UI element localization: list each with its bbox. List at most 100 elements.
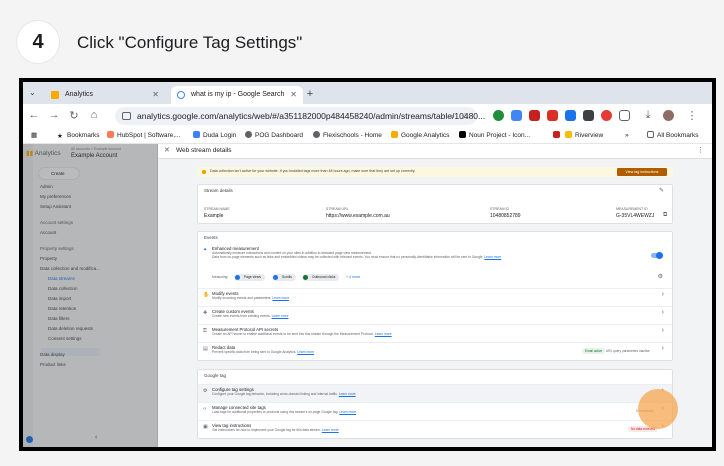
- extension-icon[interactable]: [601, 110, 612, 121]
- learn-more-link[interactable]: Learn more: [339, 392, 356, 396]
- learn-more-link[interactable]: Learn more: [339, 410, 356, 414]
- warning-icon: [202, 170, 206, 174]
- desc-text: Get instructions for how to implement yo…: [212, 428, 321, 432]
- chevron-right-icon: ›: [661, 345, 664, 352]
- measurement-id-label: MEASUREMENT ID: [616, 207, 648, 211]
- tab-label: Analytics: [65, 91, 94, 98]
- more-vert-icon[interactable]: ⋮: [697, 146, 704, 154]
- stream-id-label: STREAM ID: [490, 207, 510, 211]
- bookmark-item[interactable]: Duda Login: [193, 131, 236, 141]
- tab-search-icon[interactable]: ⌄: [29, 88, 36, 97]
- learn-more-link[interactable]: Learn more: [297, 350, 314, 354]
- forward-icon[interactable]: →: [47, 109, 61, 121]
- download-icon[interactable]: ⤓: [641, 109, 655, 122]
- learn-more-link[interactable]: Learn more: [484, 255, 501, 259]
- extension-icon[interactable]: [547, 110, 558, 121]
- bookmark-item[interactable]: ★ Bookmarks: [57, 131, 100, 141]
- more-link[interactable]: + 4 more: [346, 275, 360, 279]
- manage-connected-site-tags-row[interactable]: ‹› Manage connected site tags Load tags …: [198, 402, 672, 420]
- chip-label: Page views: [244, 275, 261, 279]
- close-icon[interactable]: ✕: [290, 86, 297, 104]
- new-tab-button[interactable]: +: [303, 87, 317, 101]
- extension-icon[interactable]: [511, 110, 522, 121]
- bookmark-item[interactable]: Noun Project - Icon...: [459, 131, 530, 141]
- star-icon[interactable]: ☆: [461, 107, 469, 125]
- learn-more-link[interactable]: Learn more: [272, 296, 289, 300]
- edit-icon[interactable]: ✎: [659, 187, 664, 194]
- bookmarks-bar: ▦ ★ Bookmarks HubSpot | Software,... Duda…: [23, 128, 712, 144]
- bookmark-item[interactable]: All Bookmarks: [647, 131, 699, 141]
- bookmark-label: Duda Login: [203, 132, 237, 139]
- extension-icon[interactable]: [529, 110, 540, 121]
- tab-google-search[interactable]: what is my ip - Google Search ✕: [171, 86, 303, 104]
- close-icon[interactable]: ✕: [152, 86, 159, 104]
- redact-note: URL query parameters inactive: [606, 349, 650, 353]
- address-bar-row: ← → ↻ ⌂ analytics.google.com/analytics/w…: [23, 104, 712, 128]
- row-description: Create new events from existing events. …: [212, 314, 288, 318]
- list-item[interactable]: ▤ Redact data Prevent specific data from…: [198, 342, 672, 360]
- bookmark-label: Flexischools - Home: [323, 132, 382, 139]
- card-heading: Google tag: [204, 373, 227, 378]
- enhanced-measurement-row: ✦ Enhanced measurement Automatically mea…: [198, 244, 672, 288]
- home-icon[interactable]: ⌂: [87, 109, 101, 121]
- copy-icon[interactable]: ⧉: [663, 212, 667, 219]
- sparkle-icon: ✦: [203, 247, 208, 253]
- click-highlight-marker: [638, 389, 678, 429]
- menu-icon[interactable]: ⋮: [685, 109, 699, 122]
- bookmark-label: POG Dashboard: [255, 132, 304, 139]
- extensions-puzzle-icon[interactable]: [619, 110, 630, 121]
- chevron-right-icon: ›: [661, 291, 664, 298]
- panel-title: Web stream details: [176, 147, 232, 154]
- view-tag-instructions-row[interactable]: ▣ View tag instructions Get instructions…: [198, 420, 672, 438]
- key-icon: ⚿: [203, 328, 207, 334]
- chevron-right-icon: ›: [661, 309, 664, 316]
- stream-name-value: Example: [204, 213, 224, 219]
- bookmark-item[interactable]: Riverview: [565, 131, 603, 141]
- learn-more-link[interactable]: Learn more: [375, 332, 392, 336]
- hand-icon: ✋: [203, 292, 210, 298]
- desc-line: Data from on-page elements such as links…: [212, 255, 484, 259]
- list-item[interactable]: ✚ Create custom events Create new events…: [198, 306, 672, 324]
- bookmark-label: HubSpot | Software,...: [117, 132, 181, 139]
- extension-icon[interactable]: [583, 110, 594, 121]
- tag-settings-icon: ⚙: [203, 388, 208, 394]
- view-tag-instructions-button[interactable]: View tag instructions: [617, 168, 667, 176]
- stream-details-card: Stream details ✎ STREAM NAME Example STR…: [197, 184, 673, 224]
- stream-name-label: STREAM NAME: [204, 207, 230, 211]
- url-bar[interactable]: analytics.google.com/analytics/web/#/a35…: [115, 107, 485, 125]
- row-description: Automatically measure interactions and c…: [212, 251, 512, 259]
- bookmark-item[interactable]: POG Dashboard: [245, 131, 303, 141]
- list-item[interactable]: ⚿ Measurement Protocol API secrets Creat…: [198, 324, 672, 342]
- bookmark-item[interactable]: [553, 131, 563, 141]
- reload-icon[interactable]: ↻: [67, 109, 81, 122]
- back-icon[interactable]: ←: [27, 109, 41, 121]
- screenshot-frame: ⌄ Analytics ✕ what is my ip - Google Sea…: [19, 78, 716, 451]
- chevron-right-icon: ›: [661, 327, 664, 334]
- bookmark-item[interactable]: Google Analytics: [391, 131, 449, 141]
- close-icon[interactable]: ✕: [164, 146, 170, 154]
- measurement-id-value: G-35VL4WEWZJ: [616, 213, 655, 219]
- chip-page-views: Page views: [234, 274, 265, 281]
- apps-icon[interactable]: ▦: [31, 131, 37, 141]
- configure-tag-settings-row[interactable]: ⚙ Configure tag settings Configure your …: [198, 384, 672, 402]
- bookmark-item[interactable]: HubSpot | Software,...: [107, 131, 180, 141]
- learn-more-link[interactable]: Learn more: [322, 428, 339, 432]
- enhanced-measurement-toggle[interactable]: [651, 252, 663, 259]
- extension-icon[interactable]: [565, 110, 576, 121]
- zoom-search-icon[interactable]: ⌕: [450, 107, 455, 125]
- list-item[interactable]: ✋ Modify events Modify incoming events a…: [198, 288, 672, 306]
- status-badge: Email active: [582, 348, 606, 354]
- site-info-icon[interactable]: [122, 112, 131, 120]
- extension-icon[interactable]: [493, 110, 504, 121]
- more-bookmarks-icon[interactable]: »: [625, 131, 629, 141]
- google-favicon-icon: [177, 91, 185, 99]
- learn-more-link[interactable]: Learn more: [272, 314, 289, 318]
- avatar[interactable]: [663, 110, 674, 121]
- bookmark-item[interactable]: Flexischools - Home: [313, 131, 382, 141]
- gear-icon[interactable]: ⚙: [658, 273, 663, 280]
- tab-analytics[interactable]: Analytics ✕: [45, 86, 165, 104]
- chip-outbound-clicks: Outbound clicks: [302, 274, 340, 281]
- tab-label: what is my ip - Google Search: [191, 91, 285, 98]
- google-tag-card: Google tag ⚙ Configure tag settings Conf…: [197, 369, 673, 439]
- bookmark-label: Riverview: [575, 132, 604, 139]
